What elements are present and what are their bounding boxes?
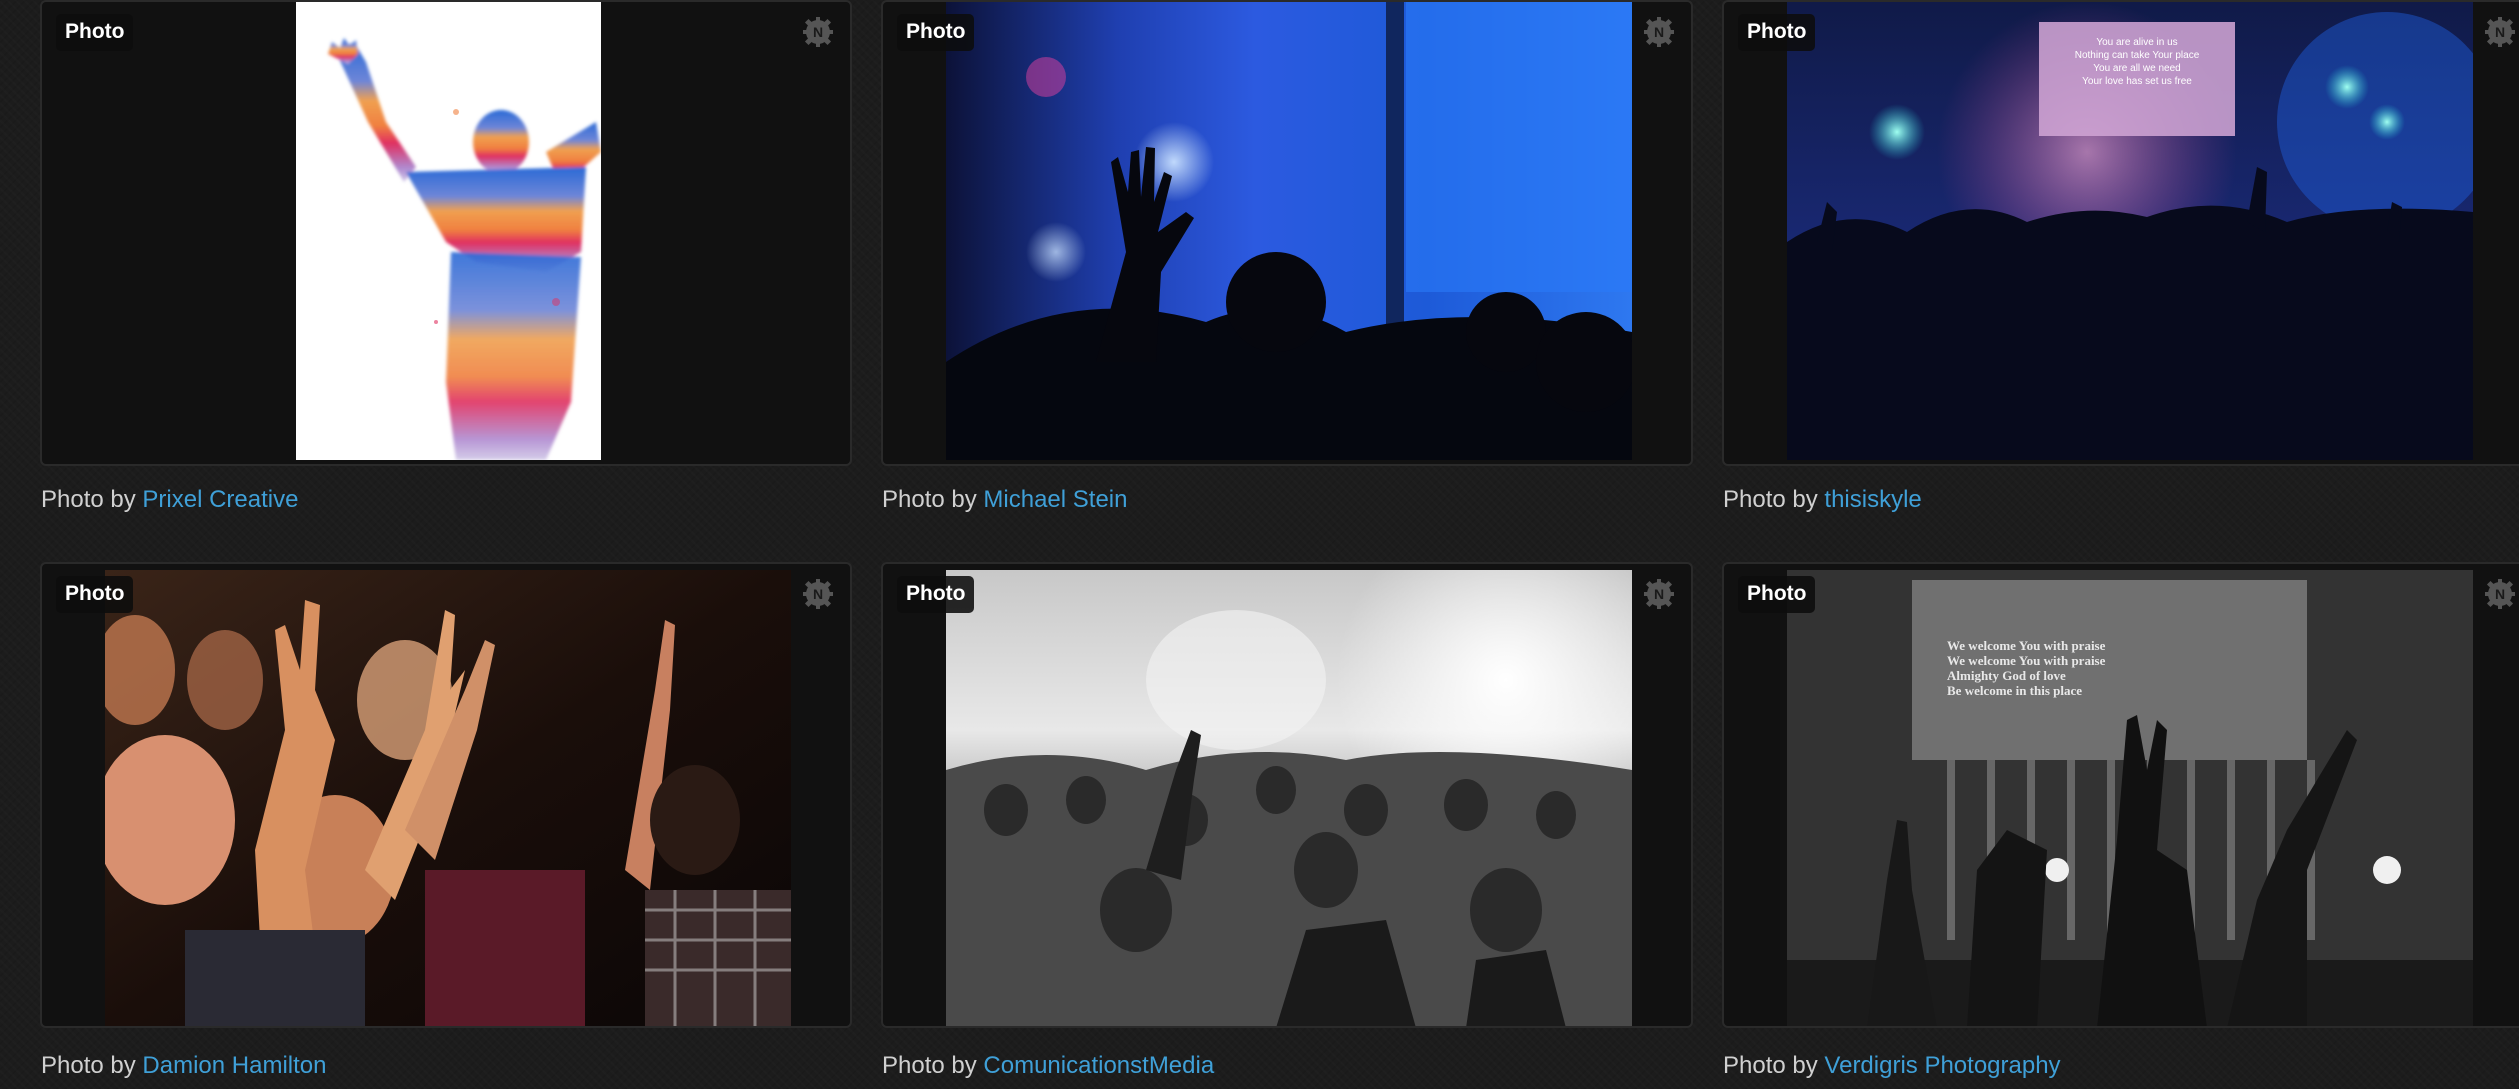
lyric-line: You are alive in us <box>2096 37 2177 48</box>
photo-type-badge: Photo <box>1738 576 1816 613</box>
photo-type-badge: Photo <box>897 576 975 613</box>
photo-type-badge: Photo <box>56 576 134 613</box>
n-gear-logo-icon: N <box>802 16 834 48</box>
photo-credit-4: Photo by Damion Hamilton <box>41 1052 326 1080</box>
worship-crowd-warm-image <box>105 570 791 1026</box>
lyric-line: We welcome You with praise <box>1947 653 2106 668</box>
photo-thumbnail[interactable] <box>946 2 1632 460</box>
n-gear-logo-icon: N <box>802 578 834 610</box>
credit-prefix: Photo by <box>41 1052 136 1079</box>
lyric-line: We welcome You with praise <box>1947 638 2106 653</box>
photo-thumbnail[interactable]: We welcome You with praise We welcome Yo… <box>1787 570 2473 1026</box>
photo-thumbnail[interactable]: You are alive in us Nothing can take You… <box>1787 2 2473 460</box>
raised-hand-blue-lights-image <box>946 2 1632 460</box>
photo-type-badge: Photo <box>897 14 975 51</box>
photo-credit-5: Photo by ComunicationstMedia <box>882 1052 1214 1080</box>
n-gear-logo-icon: N <box>2484 578 2516 610</box>
author-link[interactable]: ComunicationstMedia <box>983 1052 1214 1079</box>
photo-credit-2: Photo by Michael Stein <box>882 486 1127 514</box>
author-link[interactable]: thisiskyle <box>1824 486 1921 513</box>
photo-thumbnail[interactable] <box>946 570 1632 1026</box>
credit-prefix: Photo by <box>1723 1052 1818 1079</box>
photo-credit-1: Photo by Prixel Creative <box>41 486 298 514</box>
credit-prefix: Photo by <box>41 486 136 513</box>
photo-card-5[interactable]: Photo N <box>881 562 1693 1028</box>
credit-prefix: Photo by <box>882 1052 977 1079</box>
svg-text:N: N <box>2495 586 2505 602</box>
lyric-line: Nothing can take Your place <box>2075 50 2200 61</box>
lyric-line: You are all we need <box>2093 63 2180 74</box>
photo-card-6[interactable]: We welcome You with praise We welcome Yo… <box>1722 562 2519 1028</box>
photo-card-2[interactable]: Photo N <box>881 0 1693 466</box>
photo-credit-3: Photo by thisiskyle <box>1723 486 1922 514</box>
photo-card-4[interactable]: Photo N <box>40 562 852 1028</box>
n-gear-logo-icon: N <box>1643 578 1675 610</box>
credit-prefix: Photo by <box>882 486 977 513</box>
author-link[interactable]: Verdigris Photography <box>1824 1052 2060 1079</box>
svg-text:N: N <box>813 24 823 40</box>
photo-type-badge: Photo <box>56 14 134 51</box>
bw-worship-service-image: We welcome You with praise We welcome Yo… <box>1787 570 2473 1026</box>
lyric-line: Almighty God of love <box>1947 668 2066 683</box>
author-link[interactable]: Damion Hamilton <box>142 1052 326 1079</box>
watercolor-figure-image <box>328 38 601 460</box>
svg-text:N: N <box>1654 586 1664 602</box>
author-link[interactable]: Michael Stein <box>983 486 1127 513</box>
svg-text:N: N <box>813 586 823 602</box>
n-gear-logo-icon: N <box>1643 16 1675 48</box>
n-gear-logo-icon: N <box>2484 16 2516 48</box>
credit-prefix: Photo by <box>1723 486 1818 513</box>
lyric-line: Your love has set us free <box>2082 76 2192 87</box>
svg-text:N: N <box>2495 24 2505 40</box>
photo-card-3[interactable]: You are alive in us Nothing can take You… <box>1722 0 2519 466</box>
photo-thumbnail[interactable] <box>296 2 601 460</box>
photo-card-1[interactable]: Photo N <box>40 0 852 466</box>
bw-crowd-stage-image <box>946 570 1632 1026</box>
author-link[interactable]: Prixel Creative <box>142 486 298 513</box>
lyric-line: Be welcome in this place <box>1947 683 2082 698</box>
photo-type-badge: Photo <box>1738 14 1816 51</box>
svg-text:N: N <box>1654 24 1664 40</box>
photo-thumbnail[interactable] <box>105 570 791 1026</box>
concert-crowd-image: You are alive in us Nothing can take You… <box>1787 2 2473 460</box>
photo-credit-6: Photo by Verdigris Photography <box>1723 1052 2061 1080</box>
